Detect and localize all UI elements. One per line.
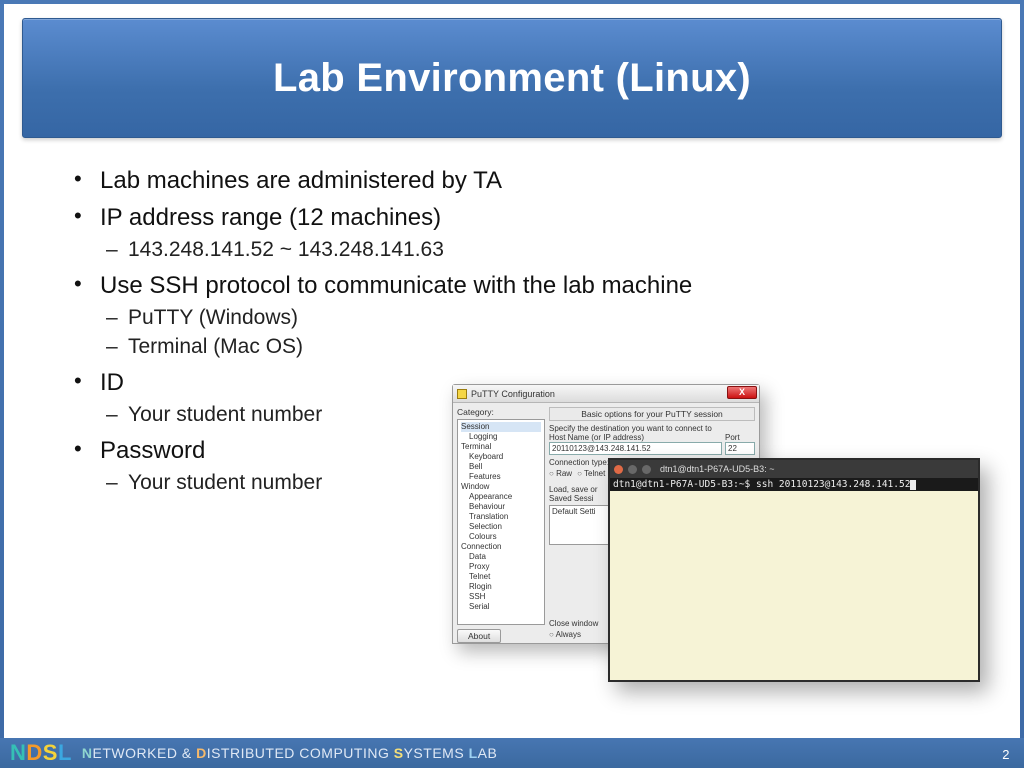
about-button[interactable]: About <box>457 629 501 643</box>
tree-item-window[interactable]: Window <box>461 482 541 492</box>
tree-item-behaviour[interactable]: Behaviour <box>461 502 541 512</box>
bullet-text: Terminal (Mac OS) <box>128 335 303 358</box>
slide-title: Lab Environment (Linux) <box>273 56 751 101</box>
bullet-text: IP address range (12 machines) <box>100 204 441 231</box>
bullet-text: PuTTY (Windows) <box>128 306 298 329</box>
bullet-2: IP address range (12 machines) 143.248.1… <box>74 201 962 265</box>
putty-titlebar: PuTTY Configuration X <box>453 385 759 403</box>
terminal-titlebar: dtn1@dtn1-P67A-UD5-B3: ~ <box>610 460 978 478</box>
close-button[interactable]: X <box>727 386 757 399</box>
lab-l: L <box>469 745 478 761</box>
slide-canvas: Lab Environment (Linux) Lab machines are… <box>4 4 1020 764</box>
bullet-3: Use SSH protocol to communicate with the… <box>74 269 962 362</box>
tree-item-colours[interactable]: Colours <box>461 532 541 542</box>
tree-item-terminal[interactable]: Terminal <box>461 442 541 452</box>
radio-telnet[interactable]: Telnet <box>577 469 605 478</box>
slide-footer: N D S L NETWORKED & DISTRIBUTED COMPUTIN… <box>0 738 1024 768</box>
tree-item-bell[interactable]: Bell <box>461 462 541 472</box>
tree-item-telnet[interactable]: Telnet <box>461 572 541 582</box>
subbullet-3-1: PuTTY (Windows) <box>100 304 962 333</box>
lab-istributed: ISTRIBUTED COMPUTING <box>207 745 394 761</box>
tree-item-translation[interactable]: Translation <box>461 512 541 522</box>
logo-letter-s: S <box>43 742 58 764</box>
bullet-text: Use SSH protocol to communicate with the… <box>100 272 692 299</box>
bullet-1: Lab machines are administered by TA <box>74 164 962 197</box>
subbullet-3-2: Terminal (Mac OS) <box>100 333 962 362</box>
bullet-text: Your student number <box>128 471 322 494</box>
bullet-text: ID <box>100 369 124 396</box>
host-label: Host Name (or IP address) <box>549 433 722 442</box>
lab-n: N <box>82 745 93 761</box>
terminal-prompt: dtn1@dtn1-P67A-UD5-B3:~$ <box>613 479 756 490</box>
tree-item-keyboard[interactable]: Keyboard <box>461 452 541 462</box>
logo-letter-d: D <box>26 742 42 764</box>
subbullet-2-1: 143.248.141.52 ~ 143.248.141.63 <box>100 236 962 265</box>
bullet-text: 143.248.141.52 ~ 143.248.141.63 <box>128 238 444 261</box>
close-icon[interactable] <box>614 465 623 474</box>
ndsl-logo: N D S L <box>10 742 72 764</box>
cursor-icon <box>910 480 916 490</box>
terminal-line[interactable]: dtn1@dtn1-P67A-UD5-B3:~$ ssh 20110123@14… <box>610 478 978 491</box>
category-tree[interactable]: Session Logging Terminal Keyboard Bell F… <box>457 419 545 625</box>
port-label: Port <box>725 433 755 442</box>
tree-item-serial[interactable]: Serial <box>461 602 541 612</box>
port-input[interactable]: 22 <box>725 442 755 455</box>
lab-ab: AB <box>478 745 498 761</box>
logo-letter-l: L <box>58 742 72 764</box>
lab-name: NETWORKED & DISTRIBUTED COMPUTING SYSTEM… <box>82 745 497 761</box>
tree-item-rlogin[interactable]: Rlogin <box>461 582 541 592</box>
lab-ystems: YSTEMS <box>404 745 469 761</box>
lab-etworked: ETWORKED & <box>93 745 197 761</box>
bullet-text: Password <box>100 437 205 464</box>
terminal-title: dtn1@dtn1-P67A-UD5-B3: ~ <box>660 464 774 474</box>
tree-item-data[interactable]: Data <box>461 552 541 562</box>
radio-always[interactable]: Always <box>549 630 581 639</box>
putty-title: PuTTY Configuration <box>471 389 555 399</box>
lab-d: D <box>196 745 207 761</box>
tree-item-selection[interactable]: Selection <box>461 522 541 532</box>
putty-icon <box>457 389 467 399</box>
tree-item-ssh[interactable]: SSH <box>461 592 541 602</box>
host-input[interactable]: 20110123@143.248.141.52 <box>549 442 722 455</box>
category-label: Category: <box>457 407 545 417</box>
tree-item-session[interactable]: Session <box>461 422 541 432</box>
terminal-command: ssh 20110123@143.248.141.52 <box>756 479 910 490</box>
tree-item-features[interactable]: Features <box>461 472 541 482</box>
minimize-icon[interactable] <box>628 465 637 474</box>
tree-item-logging[interactable]: Logging <box>461 432 541 442</box>
panel-heading: Basic options for your PuTTY session <box>549 407 755 421</box>
bullet-text: Lab machines are administered by TA <box>100 167 502 194</box>
destination-label: Specify the destination you want to conn… <box>549 424 755 433</box>
maximize-icon[interactable] <box>642 465 651 474</box>
lab-s: S <box>394 745 404 761</box>
tree-item-proxy[interactable]: Proxy <box>461 562 541 572</box>
page-number: 2 <box>1002 747 1010 762</box>
tree-item-connection[interactable]: Connection <box>461 542 541 552</box>
radio-raw[interactable]: Raw <box>549 469 572 478</box>
bullet-text: Your student number <box>128 403 322 426</box>
terminal-window: dtn1@dtn1-P67A-UD5-B3: ~ dtn1@dtn1-P67A-… <box>608 458 980 682</box>
slide-frame: Lab Environment (Linux) Lab machines are… <box>0 0 1024 768</box>
logo-letter-n: N <box>10 742 26 764</box>
title-bar: Lab Environment (Linux) <box>22 18 1002 138</box>
tree-item-appearance[interactable]: Appearance <box>461 492 541 502</box>
